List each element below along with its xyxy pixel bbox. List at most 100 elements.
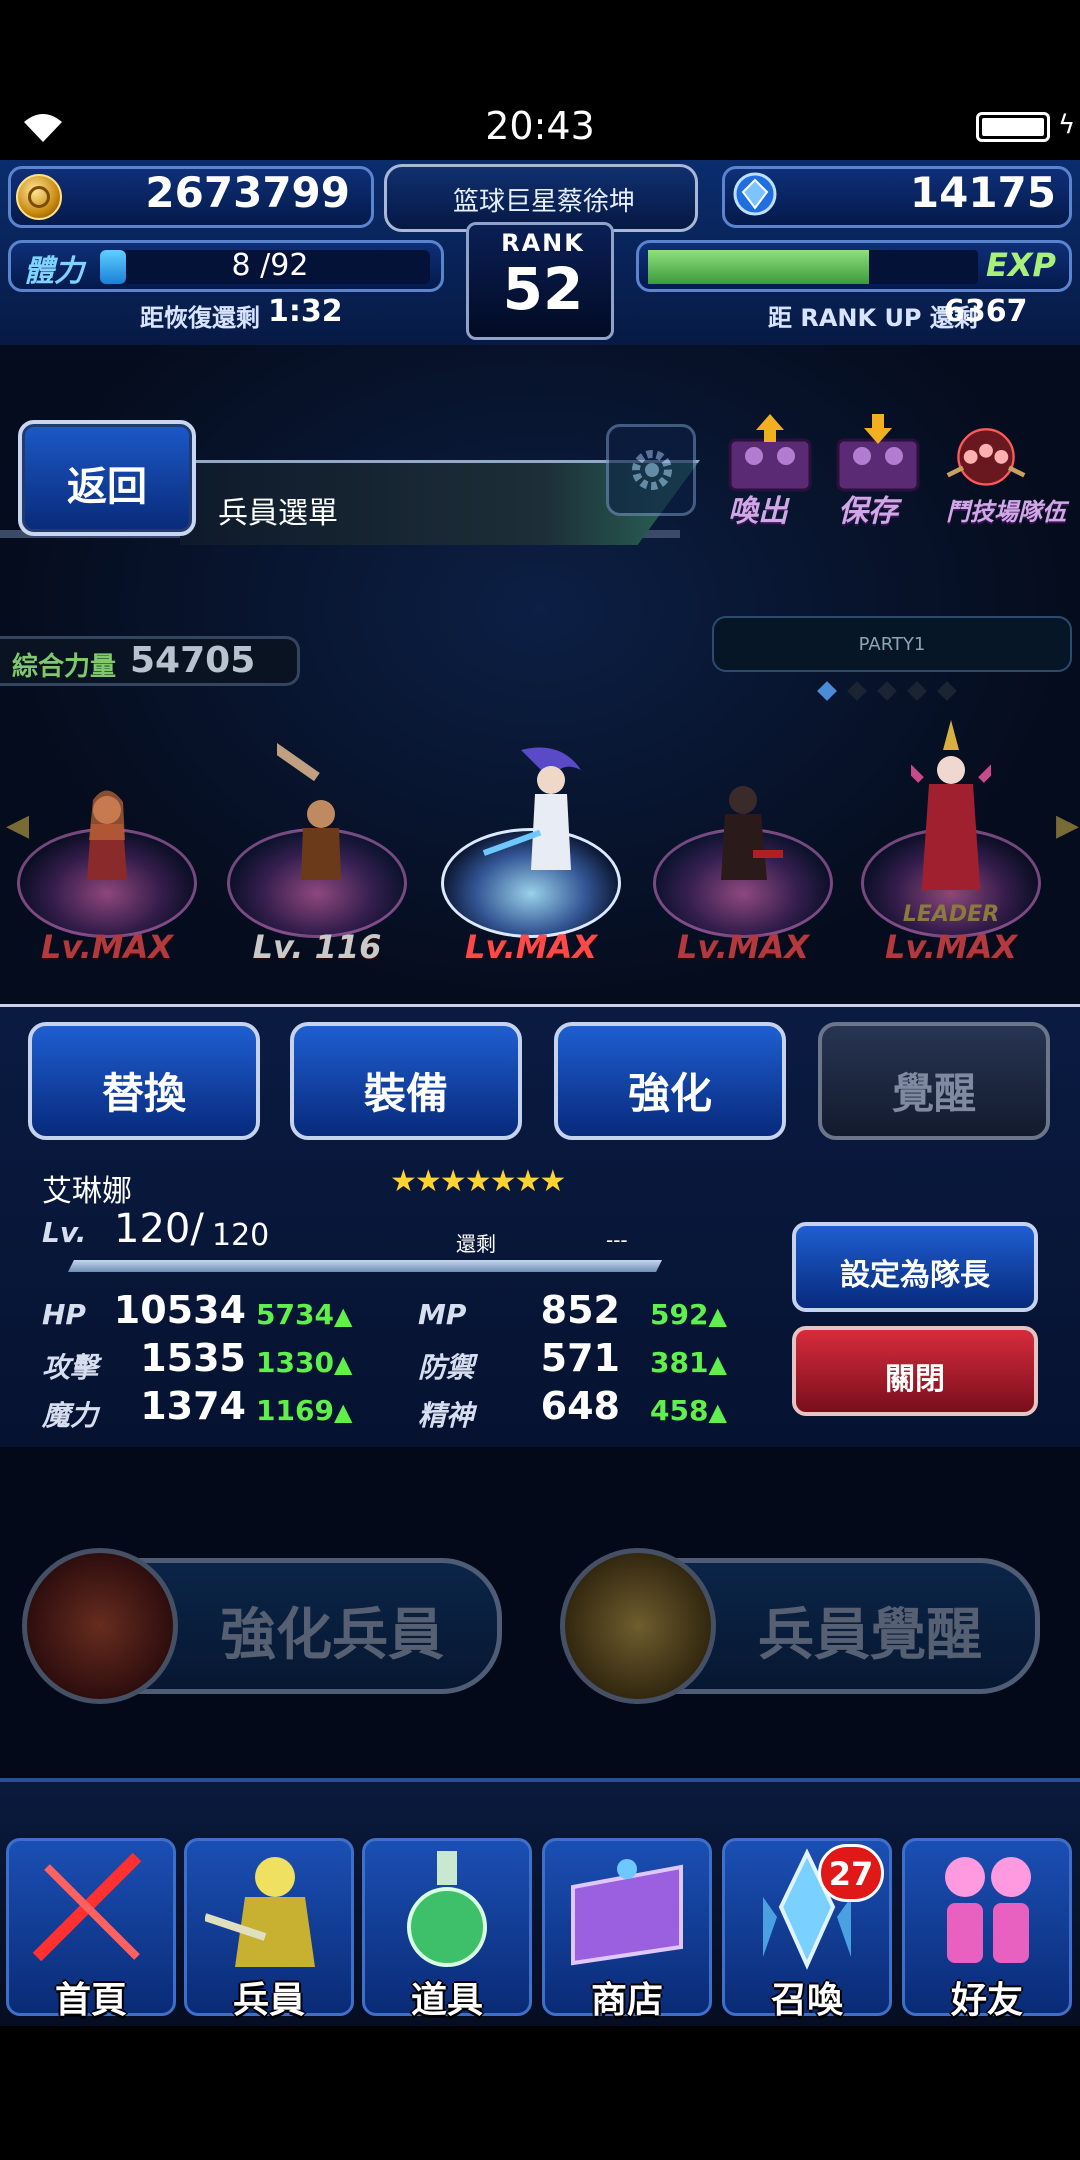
unit-sprite-icon — [482, 747, 581, 870]
bottom-bezel — [0, 2026, 1080, 2160]
gil-value: 2673799 — [145, 168, 350, 217]
awaken-unit-button[interactable]: 兵員覺醒 — [560, 1548, 1050, 1704]
gear-icon — [632, 450, 672, 490]
party-unit-1[interactable]: Lv.MAX — [12, 740, 202, 970]
battery-icon — [976, 112, 1050, 142]
party-dot[interactable] — [907, 681, 927, 701]
mag-value: 1374 — [140, 1384, 246, 1428]
up-arrow-icon: ▲ — [333, 1302, 353, 1330]
unit-sprite-icon — [911, 720, 991, 890]
def-bonus-group: 381▲ — [650, 1346, 727, 1379]
level-exp-bar — [68, 1260, 662, 1272]
total-power-value: 54705 — [130, 640, 256, 681]
awaken-button-disabled[interactable]: 覺醒 — [818, 1022, 1050, 1140]
status-time: 20:43 — [485, 104, 595, 148]
gem-value: 14175 — [909, 168, 1056, 217]
atk-value: 1535 — [140, 1336, 246, 1380]
nav-friends[interactable]: 好友 — [902, 1838, 1072, 2021]
level-value: 120/ — [114, 1206, 204, 1252]
stamina-recover-label: 距恢復還剩 — [140, 304, 260, 332]
stamina-recover-time: 1:32 — [268, 294, 343, 329]
summon-count-badge: 27 — [818, 1844, 884, 1902]
party-dot[interactable] — [847, 681, 867, 701]
friends-icon — [945, 1857, 1031, 1963]
save-party-label: 保存 — [838, 494, 898, 529]
enhance-button[interactable]: 強化 — [554, 1022, 786, 1140]
enhance-button-label: 強化 — [627, 1069, 712, 1118]
charging-icon: ϟ — [1058, 110, 1076, 140]
party-tab-label: PARTY1 — [858, 634, 926, 655]
back-button-label: 返回 — [67, 464, 147, 510]
up-arrow-icon: ▲ — [708, 1398, 727, 1426]
swap-button[interactable]: 替換 — [28, 1022, 260, 1140]
arena-party-label: 鬥技場隊伍 — [946, 498, 1066, 526]
lapis-gem-icon — [733, 172, 777, 216]
hp-bonus-group: 5734▲ — [256, 1298, 352, 1331]
up-arrow-icon: ▲ — [333, 1398, 353, 1426]
hp-bonus: 5734 — [256, 1298, 334, 1331]
stamina-value: 8 /92 — [231, 248, 309, 283]
nav-items[interactable]: 道具 — [362, 1838, 532, 2021]
unit-name: 艾琳娜 — [42, 1174, 132, 1209]
up-arrow-icon: ▲ — [708, 1302, 727, 1330]
nav-shop[interactable]: 商店 — [542, 1838, 712, 2021]
shop-icon — [571, 1859, 683, 1966]
exp-remain-label: 還剩 — [456, 1232, 496, 1256]
back-button[interactable]: 返回 — [18, 420, 196, 536]
potion-icon — [407, 1851, 487, 1967]
scroll-right-arrow[interactable]: ▶ — [1056, 808, 1079, 843]
unit-level: Lv.MAX — [884, 928, 1018, 966]
nav-items-label: 道具 — [410, 1980, 483, 2021]
rarity-stars: ★★★★★★★ — [390, 1164, 566, 1199]
close-button-label: 關閉 — [885, 1362, 945, 1397]
def-bonus: 381 — [650, 1346, 709, 1379]
nav-home-label: 首頁 — [54, 1980, 127, 2021]
top-hud: 2673799 篮球巨星蔡徐坤 14175 體力 8 /92 距恢復還剩 1:3… — [0, 160, 1080, 348]
status-bar: 20:43 ϟ — [0, 0, 1080, 160]
stamina-label: 體力 — [24, 254, 84, 289]
nav-shop-label: 商店 — [590, 1980, 663, 2021]
atk-bonus-group: 1330▲ — [256, 1346, 352, 1379]
exp-bar — [648, 250, 978, 284]
awaken-button-label: 覺醒 — [891, 1069, 976, 1118]
party-unit-2[interactable]: Lv. 116 — [222, 740, 412, 970]
mp-bonus-group: 592▲ — [650, 1298, 727, 1331]
nav-units[interactable]: 兵員 — [184, 1838, 354, 2021]
spr-value: 648 — [540, 1384, 620, 1428]
nav-home[interactable]: 首頁 — [6, 1838, 176, 2021]
set-leader-button-label: 設定為隊長 — [840, 1258, 990, 1293]
call-party-label: 喚出 — [728, 494, 788, 529]
exp-label: EXP — [986, 246, 1056, 284]
nav-summon-label: 召喚 — [770, 1980, 843, 2021]
mp-bonus: 592 — [650, 1298, 709, 1331]
page-title: 兵員選單 — [218, 496, 338, 531]
unit-sprite-icon — [277, 740, 341, 880]
enhance-unit-label: 強化兵員 — [220, 1603, 444, 1668]
nav-friends-label: 好友 — [950, 1980, 1023, 2021]
party-unit-3-selected[interactable]: Lv.MAX — [436, 740, 626, 970]
close-button[interactable]: 關閉 — [792, 1326, 1038, 1416]
equip-button[interactable]: 裝備 — [290, 1022, 522, 1140]
swap-button-label: 替換 — [101, 1069, 186, 1118]
equip-button-label: 裝備 — [363, 1069, 448, 1118]
summon-count: 27 — [828, 1855, 874, 1893]
nav-units-label: 兵員 — [232, 1980, 305, 2021]
party-dot-active[interactable] — [817, 681, 837, 701]
rank-plate: RANK 52 — [466, 222, 614, 340]
mag-bonus: 1169 — [256, 1394, 334, 1427]
unit-level: Lv. 116 — [252, 928, 382, 966]
party-dot[interactable] — [937, 681, 957, 701]
leader-badge: LEADER — [902, 902, 1000, 927]
player-name: 篮球巨星蔡徐坤 — [452, 187, 635, 217]
party-unit-4[interactable]: Lv.MAX — [648, 740, 838, 970]
enhance-unit-button[interactable]: 強化兵員 — [22, 1548, 512, 1704]
set-leader-button[interactable]: 設定為隊長 — [792, 1222, 1038, 1312]
party-tab[interactable]: PARTY1 — [712, 616, 1072, 672]
party-dot[interactable] — [877, 681, 897, 701]
rank-label: RANK — [501, 229, 585, 257]
settings-button[interactable] — [606, 424, 696, 516]
party-unit-5-leader[interactable]: LEADER Lv.MAX — [856, 720, 1046, 970]
awaken-unit-label: 兵員覺醒 — [758, 1603, 982, 1668]
gil-coin-icon — [16, 174, 62, 220]
unit-level: Lv.MAX — [676, 928, 810, 966]
